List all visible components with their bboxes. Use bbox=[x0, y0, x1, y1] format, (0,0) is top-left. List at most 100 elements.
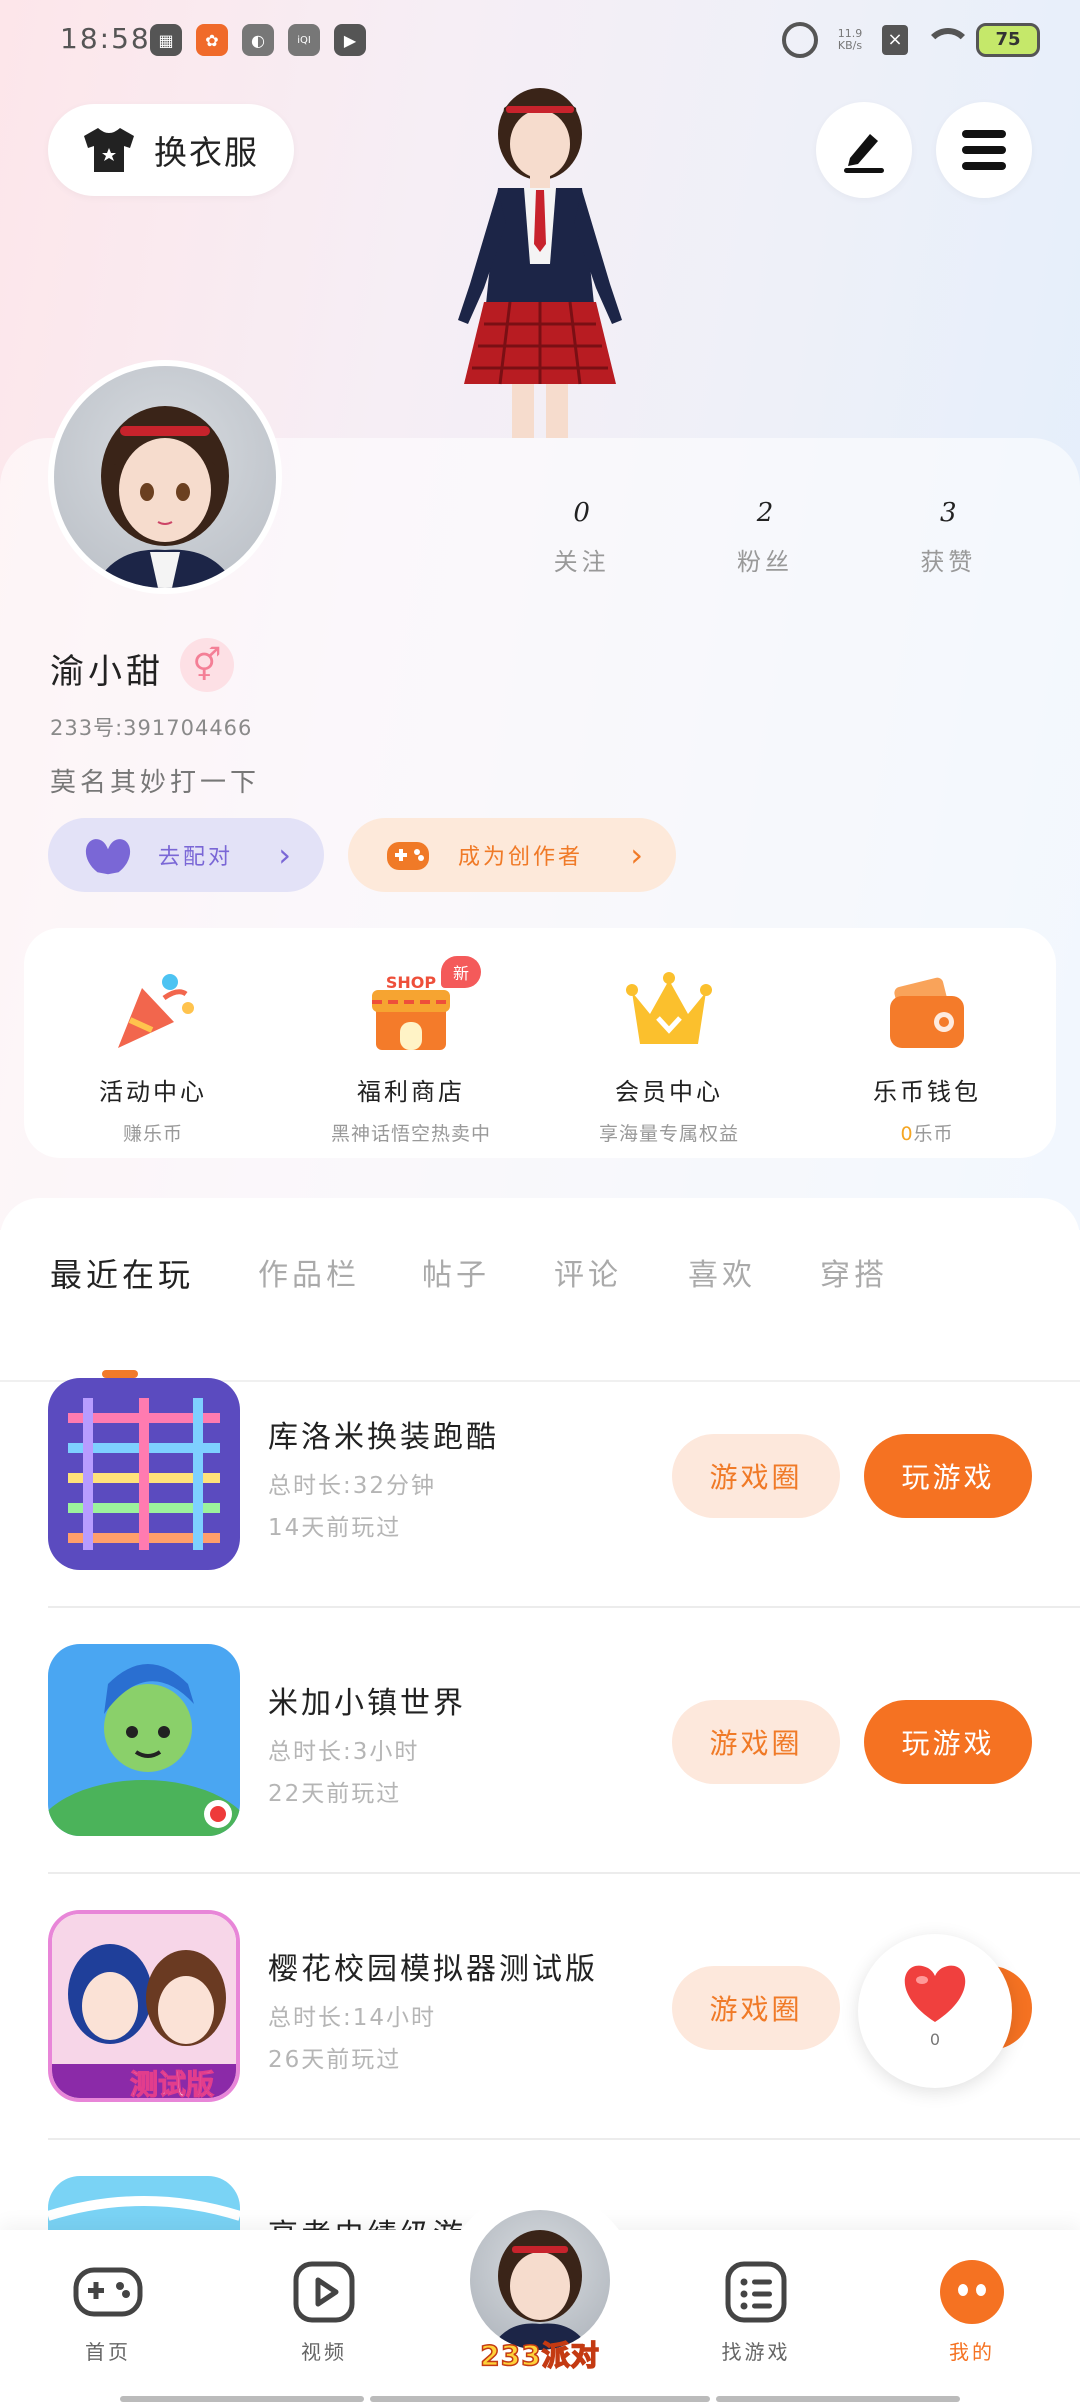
game-name: 库洛米换装跑酷 bbox=[268, 1420, 499, 1455]
like-count: 0 bbox=[929, 2030, 941, 2049]
game-row[interactable]: 米加小镇世界 总时长:3小时 22天前玩过 游戏圈 玩游戏 bbox=[48, 1644, 1080, 1844]
likes-count: 3 bbox=[940, 498, 957, 528]
nav-home-label: 首页 bbox=[85, 2340, 131, 2364]
activity-center-item[interactable]: 活动中心 赚乐币 bbox=[33, 968, 273, 1146]
following-count: 0 bbox=[573, 498, 590, 528]
likes-stat[interactable]: 3 获赞 bbox=[868, 498, 1028, 577]
list-icon bbox=[720, 2260, 792, 2324]
app-notification-icon: ▦ bbox=[150, 24, 182, 56]
vip-center-item[interactable]: 会员中心 享海量专属权益 bbox=[549, 968, 789, 1146]
coin-balance: 0 bbox=[900, 1123, 914, 1145]
hamburger-menu-icon bbox=[962, 130, 1006, 170]
welfare-shop-item[interactable]: 新 SHOP 福利商店 黑神话悟空热卖中 bbox=[291, 956, 531, 1146]
tab-likes[interactable]: 喜欢 bbox=[688, 1250, 756, 1294]
nav-me-label: 我的 bbox=[949, 2340, 995, 2364]
user-bio[interactable]: 莫名其妙打一下 bbox=[50, 762, 260, 799]
go-match-button[interactable]: 去配对 › bbox=[48, 818, 324, 892]
alarm-icon bbox=[782, 22, 818, 58]
game-total-time: 总时长:32分钟 bbox=[268, 1473, 437, 1499]
gamepad-icon bbox=[72, 2260, 144, 2324]
me-icon bbox=[936, 2260, 1008, 2324]
go-match-label: 去配对 bbox=[158, 845, 234, 870]
quick-menu: 活动中心 赚乐币 新 SHOP 福利商店 黑神话悟空热卖中 会员中心 享海量专属… bbox=[24, 928, 1056, 1158]
tab-comments[interactable]: 评论 bbox=[554, 1250, 622, 1294]
nav-party-avatar[interactable] bbox=[470, 2210, 610, 2350]
avatar-character[interactable] bbox=[410, 84, 670, 438]
tab-outfits[interactable]: 穿搭 bbox=[820, 1250, 888, 1294]
become-creator-label: 成为创作者 bbox=[458, 845, 584, 870]
floating-like-button[interactable]: 0 bbox=[858, 1934, 1012, 2088]
nav-home[interactable]: 首页 bbox=[38, 2260, 178, 2365]
become-creator-button[interactable]: 成为创作者 › bbox=[348, 818, 676, 892]
gamepad-icon bbox=[384, 835, 432, 875]
tab-indicator bbox=[102, 1370, 138, 1378]
game-last-played: 26天前玩过 bbox=[268, 2047, 402, 2073]
game-name: 樱花校园模拟器测试版 bbox=[268, 1952, 598, 1987]
battery-indicator: 75 bbox=[976, 23, 1040, 57]
list-divider bbox=[48, 2138, 1080, 2140]
gender-icon: ⚥ bbox=[180, 638, 234, 692]
game-row[interactable]: 库洛米换装跑酷 总时长:32分钟 14天前玩过 游戏圈 玩游戏 bbox=[48, 1378, 1080, 1578]
edit-profile-button[interactable] bbox=[816, 102, 912, 198]
activity-center-title: 活动中心 bbox=[99, 1078, 207, 1106]
game-circle-button[interactable]: 游戏圈 bbox=[672, 1434, 840, 1518]
nav-video[interactable]: 视频 bbox=[254, 2260, 394, 2365]
menu-button[interactable] bbox=[936, 102, 1032, 198]
tab-posts[interactable]: 帖子 bbox=[422, 1250, 490, 1294]
heart-icon bbox=[858, 1962, 1012, 2028]
status-app-icons: ▦ ✿ ◐ iQI ▶ bbox=[150, 24, 366, 56]
following-stat[interactable]: 0 关注 bbox=[502, 498, 662, 577]
nav-video-label: 视频 bbox=[301, 2340, 347, 2364]
coin-wallet-title: 乐币钱包 bbox=[873, 1078, 981, 1106]
likes-label: 获赞 bbox=[920, 548, 977, 576]
play-game-button[interactable]: 玩游戏 bbox=[864, 1434, 1032, 1518]
status-bar: 18:58 ▦ ✿ ◐ iQI ▶ 11.9 KB/s × 75 bbox=[0, 0, 1080, 80]
gesture-bar bbox=[370, 2396, 710, 2402]
nav-party-label[interactable]: 233派对 bbox=[470, 2334, 610, 2374]
nav-me[interactable]: 我的 bbox=[902, 2260, 1042, 2365]
shop-sign-text: SHOP bbox=[386, 973, 437, 992]
vip-center-sub: 享海量专属权益 bbox=[598, 1123, 739, 1145]
list-divider bbox=[48, 1606, 1080, 1608]
followers-count: 2 bbox=[756, 498, 774, 528]
followers-label: 粉丝 bbox=[736, 548, 793, 576]
user-id[interactable]: 233号:391704466 bbox=[50, 712, 252, 742]
activity-center-sub: 赚乐币 bbox=[122, 1123, 183, 1145]
network-speed: 11.9 KB/s bbox=[837, 27, 863, 52]
tab-works[interactable]: 作品栏 bbox=[258, 1250, 360, 1294]
play-icon: ▶ bbox=[334, 24, 366, 56]
iqiyi-icon: iQI bbox=[288, 24, 320, 56]
tab-recently-played[interactable]: 最近在玩 bbox=[50, 1250, 194, 1296]
following-label: 关注 bbox=[553, 548, 610, 576]
video-play-icon bbox=[288, 2260, 360, 2324]
followers-stat[interactable]: 2 粉丝 bbox=[685, 498, 845, 577]
game-circle-button[interactable]: 游戏圈 bbox=[672, 1700, 840, 1784]
vip-center-title: 会员中心 bbox=[615, 1078, 723, 1106]
username: 渝小甜 bbox=[50, 652, 164, 692]
game-last-played: 14天前玩过 bbox=[268, 1515, 402, 1541]
wifi-icon bbox=[922, 24, 972, 56]
profile-stats: 0 关注 2 粉丝 3 获赞 bbox=[490, 498, 1040, 577]
app-notification-icon: ✿ bbox=[196, 24, 228, 56]
chevron-right-icon: › bbox=[630, 836, 646, 874]
game-last-played: 22天前玩过 bbox=[268, 1781, 402, 1807]
game-total-time: 总时长:14小时 bbox=[268, 2005, 437, 2031]
profile-tabs: 最近在玩 作品栏 帖子 评论 喜欢 穿搭 bbox=[0, 1250, 1080, 1382]
new-badge: 新 bbox=[441, 956, 482, 988]
game-total-time: 总时长:3小时 bbox=[268, 1739, 420, 1765]
test-version-label: 测试版 bbox=[130, 2068, 214, 2101]
game-circle-button[interactable]: 游戏圈 bbox=[672, 1966, 840, 2050]
wallet-icon bbox=[882, 968, 972, 1054]
coin-wallet-item[interactable]: 乐币钱包 0乐币 bbox=[807, 968, 1047, 1146]
game-icon-kuromi bbox=[48, 1378, 240, 1570]
gesture-bar bbox=[120, 2396, 364, 2402]
gesture-bar bbox=[716, 2396, 960, 2402]
app-notification-icon: ◐ bbox=[242, 24, 274, 56]
change-outfit-label: 换衣服 bbox=[154, 133, 259, 172]
shirt-icon bbox=[80, 126, 138, 174]
play-game-button[interactable]: 玩游戏 bbox=[864, 1700, 1032, 1784]
nav-find-games[interactable]: 找游戏 bbox=[686, 2260, 826, 2365]
change-outfit-button[interactable]: 换衣服 bbox=[48, 104, 294, 196]
profile-avatar[interactable] bbox=[48, 360, 282, 594]
coin-wallet-sub: 0乐币 bbox=[807, 1119, 1047, 1146]
